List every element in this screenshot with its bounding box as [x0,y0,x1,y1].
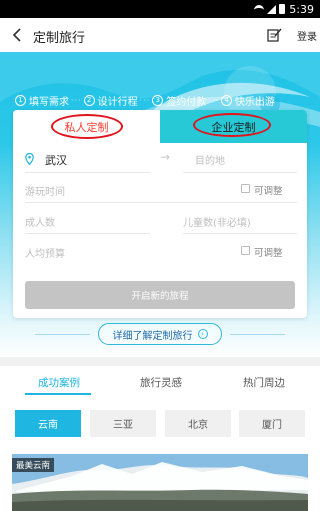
step-separator: ··· [71,95,82,105]
divider [35,334,90,335]
chevron-left-icon [12,28,21,42]
route-row: 武汉 → 目的地 [25,148,297,174]
step-separator: ··· [139,95,151,105]
category-tabs: 成功案例 旅行灵感 热门周边 [0,366,320,398]
divider [25,172,150,173]
tab-travel-inspiration[interactable]: 旅行灵感 [140,375,182,390]
chip-beijing[interactable]: 北京 [165,410,231,437]
divider [183,172,297,173]
adjustable-checkbox[interactable] [241,184,250,193]
login-button[interactable]: 登录 [297,28,317,43]
party-size-row: 成人数 儿童数(非必填) [25,209,297,235]
tab-label: 私人定制 [64,120,109,134]
step-label: 快乐出游 [234,96,275,108]
case-photo[interactable]: 最美云南 [12,454,308,511]
divider [25,202,297,203]
chip-yunnan[interactable]: 云南 [15,410,81,437]
adults-input[interactable]: 成人数 [25,214,55,229]
status-bar: 5:39 [0,0,320,18]
back-button[interactable] [6,24,28,46]
edit-icon[interactable] [266,27,282,43]
location-pin-icon [25,153,34,165]
active-tab-indicator [25,393,91,395]
page-title: 定制旅行 [33,31,86,46]
mountain-landscape-image [12,454,308,511]
learn-more-label: 详细了解定制旅行 [112,330,193,342]
step-number: 3 [152,94,164,106]
budget-input[interactable]: 人均预算 [25,245,65,260]
step-number: 4 [220,94,232,106]
custom-travel-form: 私人定制 企业定制 武汉 → 目的地 游玩时间 可调整 成人数 儿童数(非必填)… [13,110,307,318]
divider [25,233,150,234]
travel-time-row: 游玩时间 可调整 [25,178,297,204]
chip-xiamen[interactable]: 厦门 [239,410,305,437]
tab-success-cases[interactable]: 成功案例 [38,375,80,390]
budget-row: 人均预算 可调整 [25,240,297,266]
learn-more-button[interactable]: 详细了解定制旅行 › [98,323,222,345]
adjustable-label: 可调整 [254,186,283,197]
nav-bar: 定制旅行 登录 [0,18,320,52]
step-label: 签约付款 [166,96,207,108]
battery-icon [279,4,286,14]
adjustable-checkbox[interactable] [241,246,250,255]
tab-private-custom[interactable]: 私人定制 [13,110,160,143]
step-1: 1 填写需求 [15,93,69,108]
form-tabs: 私人定制 企业定制 [13,110,307,143]
destination-input[interactable]: 目的地 [195,152,225,167]
region-chips: 云南 三亚 北京 厦门 [0,410,320,438]
status-icons [254,4,286,14]
origin-input[interactable]: 武汉 [45,152,67,168]
divider [230,334,285,335]
process-steps: 1 填写需求 ··· 2 设计行程 ··· 3 签约付款 ··· 4 快乐出游 [15,93,315,108]
section-separator [0,357,320,366]
step-4: 4 快乐出游 [220,93,275,108]
status-time: 5:39 [289,2,314,16]
step-3: 3 签约付款 [152,93,206,108]
tab-enterprise-custom[interactable]: 企业定制 [160,110,307,143]
travel-time-input[interactable]: 游玩时间 [25,183,65,198]
children-input[interactable]: 儿童数(非必填) [183,214,251,229]
step-label: 填写需求 [29,96,69,108]
step-number: 2 [83,94,95,106]
step-number: 1 [15,94,26,106]
adjustable-label: 可调整 [254,248,283,259]
start-journey-button[interactable]: 开启新的旅程 [25,281,295,309]
step-label: 设计行程 [97,96,138,108]
photo-tag: 最美云南 [12,458,55,472]
tab-label: 企业定制 [211,120,256,134]
tab-popular-nearby[interactable]: 热门周边 [243,375,285,390]
arrow-right-icon: → [160,150,171,164]
wifi-icon [254,4,265,14]
divider [183,233,297,234]
chevron-right-icon: › [197,329,208,339]
chip-sanya[interactable]: 三亚 [90,410,156,437]
step-2: 2 设计行程 [83,93,138,108]
step-separator: ··· [208,95,219,105]
signal-icon [267,4,277,14]
